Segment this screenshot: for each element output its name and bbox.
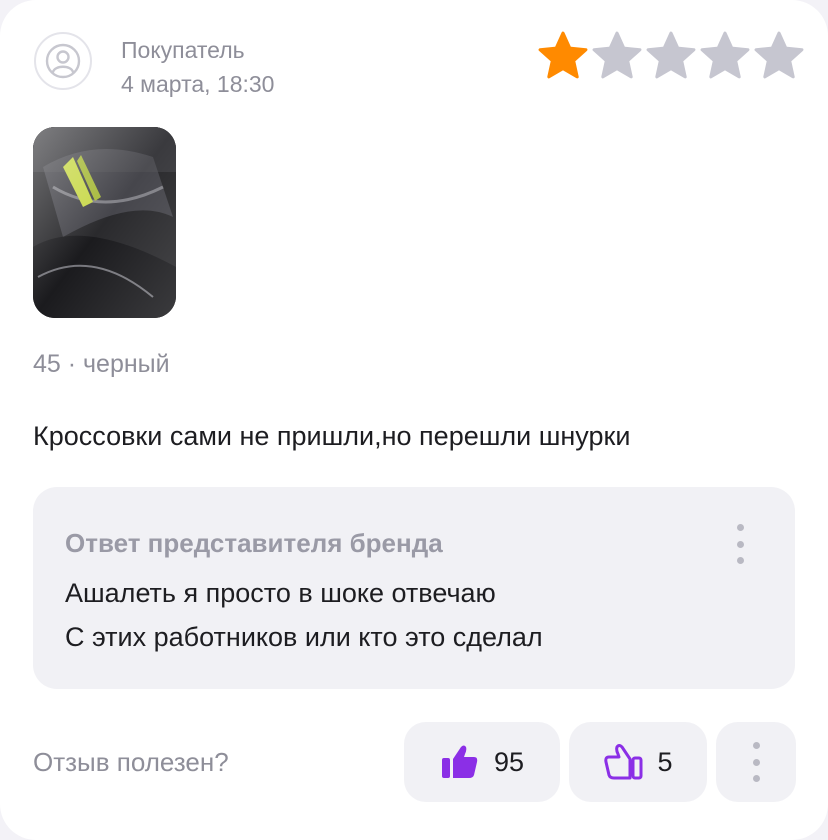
- brand-reply: Ответ представителя бренда Ашалеть я про…: [33, 487, 795, 689]
- review-photo[interactable]: [33, 127, 176, 318]
- thumbs-up-icon: [441, 745, 478, 778]
- reply-title: Ответ представителя бренда: [65, 528, 443, 558]
- more-vertical-icon: [736, 524, 744, 531]
- like-button[interactable]: 95: [404, 722, 560, 802]
- like-count: 95: [493, 747, 525, 777]
- review-card: Покупатель 4 марта, 18:30 45 · черный Кр…: [0, 0, 828, 840]
- reply-text-line: С этих работников или кто это сделал: [65, 622, 543, 652]
- thumbs-down-icon: [604, 744, 643, 780]
- dislike-button[interactable]: 5: [569, 722, 707, 802]
- review-photo-image: [33, 127, 176, 318]
- star-empty-icon: [591, 30, 643, 82]
- review-text: Кроссовки сами не пришли,но перешли шнур…: [33, 421, 631, 451]
- avatar: [34, 32, 92, 90]
- helpful-question: Отзыв полезен?: [33, 747, 229, 777]
- star-empty-icon: [699, 30, 751, 82]
- review-date: 4 марта, 18:30: [121, 71, 275, 97]
- product-variant: 45 · черный: [33, 350, 170, 378]
- star-empty-icon: [753, 30, 805, 82]
- reply-more-button[interactable]: [735, 524, 745, 564]
- star-rating: [537, 30, 805, 82]
- star-empty-icon: [645, 30, 697, 82]
- user-icon: [45, 43, 81, 79]
- dislike-count: 5: [657, 747, 673, 777]
- reply-text-line: Ашалеть я просто в шоке отвечаю: [65, 578, 496, 608]
- author-name: Покупатель: [121, 37, 245, 63]
- more-options-button[interactable]: [716, 722, 796, 802]
- more-vertical-icon: [751, 742, 761, 782]
- star-filled-icon: [537, 30, 589, 82]
